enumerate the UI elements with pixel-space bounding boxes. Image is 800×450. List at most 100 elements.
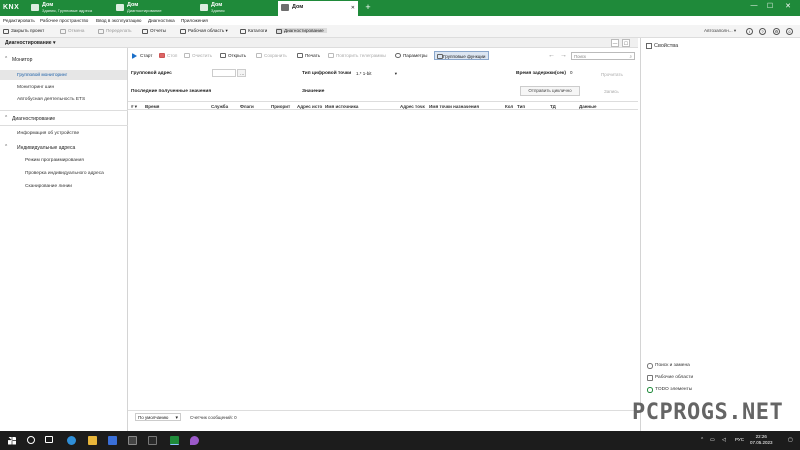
ets-icon[interactable] <box>170 436 179 445</box>
start-button[interactable]: Старт <box>132 53 152 60</box>
todo-label: TODO элементы <box>655 387 693 392</box>
tab-project-active[interactable]: Дом ✕ <box>278 1 358 16</box>
group-address-input[interactable] <box>212 69 236 77</box>
clock[interactable]: 22:26 07.05.2023 <box>750 434 773 446</box>
close-window-button[interactable]: ✕ <box>782 2 794 10</box>
stop-button[interactable]: Стоп <box>159 53 177 59</box>
todo-link[interactable]: TODO элементы <box>647 387 693 393</box>
language-indicator[interactable]: РУС <box>735 437 744 442</box>
maximize-panel-icon[interactable]: ☐ <box>622 39 630 47</box>
clear-button[interactable]: Очистить <box>184 53 212 59</box>
edge-icon[interactable] <box>67 436 76 445</box>
volume-icon[interactable]: ◁ <box>722 437 726 443</box>
app-icon[interactable] <box>128 436 137 445</box>
nav-check-individual-address[interactable]: Проверка индивидуального адреса <box>25 171 104 176</box>
back-arrow-icon[interactable]: ← <box>548 52 555 59</box>
forward-arrow-icon[interactable]: → <box>560 52 567 59</box>
catalogs-button[interactable]: Каталоги <box>240 28 267 34</box>
parameters-button[interactable]: Параметры <box>395 53 428 59</box>
last-value-label: Последние полученные значения <box>131 89 212 94</box>
col-priority[interactable]: Приорит <box>271 104 290 109</box>
task-view-icon[interactable] <box>45 436 53 443</box>
diagnostics-button[interactable]: Диагностирование <box>276 28 327 34</box>
delay-input[interactable]: 0 <box>568 69 582 77</box>
filter-select[interactable]: По умолчанию ▾ <box>135 413 181 421</box>
col-source-name[interactable]: Имя источника <box>325 104 358 109</box>
tab-project-1[interactable]: Дом Здания, Групповые адреса <box>28 1 110 16</box>
nav-group-monitor[interactable]: Групповой мониторинг <box>0 70 127 80</box>
workspace-button[interactable]: Рабочая область ▾ <box>180 28 228 34</box>
col-service[interactable]: Служба <box>211 104 228 109</box>
undo-button[interactable]: Отмена <box>60 28 84 34</box>
search-icon[interactable] <box>27 436 35 444</box>
col-route-count[interactable]: Кол <box>505 104 513 109</box>
network-icon[interactable]: ▭ <box>710 437 715 443</box>
tab-project-2[interactable]: Дом Диагностирование <box>113 1 195 16</box>
notifications-icon[interactable]: ▢ <box>788 437 793 443</box>
col-type[interactable]: Тип <box>517 104 525 109</box>
section-diagnostics[interactable]: ⌃ Диагностирование <box>0 113 128 123</box>
autocomplete-dropdown[interactable]: Автозаполн... ▾ <box>704 28 736 34</box>
write-button[interactable]: Запись <box>604 89 619 94</box>
dpt-select[interactable]: 1.* 1-bit ▾ <box>356 71 397 77</box>
menu-diagnostics[interactable]: Диагностика <box>148 18 175 23</box>
close-project-button[interactable]: Закрыть проект <box>3 28 44 34</box>
print-button[interactable]: Печать <box>297 53 320 59</box>
nav-device-info[interactable]: Информация об устройстве <box>17 131 79 136</box>
section-monitor-label: Монитор <box>12 56 33 63</box>
reports-button[interactable]: Отчеты <box>142 28 166 34</box>
nav-programming-mode[interactable]: Режим программирования <box>25 158 84 163</box>
menu-apps[interactable]: Приложения <box>181 18 208 23</box>
group-address-picker-button[interactable]: … <box>237 69 246 77</box>
nav-bus-monitor[interactable]: Мониторинг шин <box>17 85 54 90</box>
menu-commissioning[interactable]: Ввод в эксплуатацию <box>96 18 141 23</box>
section-individual-addresses-label: Индивидуальные адреса <box>17 144 76 151</box>
menu-edit[interactable]: Редактировать <box>3 18 35 23</box>
settings-icon[interactable]: ⚙ <box>773 28 780 35</box>
user-icon[interactable]: ☺ <box>786 28 793 35</box>
col-flags[interactable]: Флаги <box>240 104 254 109</box>
properties-title[interactable]: Свойства <box>646 43 678 49</box>
left-panel-header[interactable]: Диагностирование ▾ <box>0 38 128 48</box>
minimize-button[interactable]: — <box>748 2 760 9</box>
info-icon[interactable]: i <box>746 28 753 35</box>
minimize-panel-icon[interactable]: — <box>611 39 619 47</box>
workspace-label: Рабочая область <box>188 28 225 33</box>
help-icon[interactable]: ? <box>759 28 766 35</box>
store-icon[interactable] <box>108 436 117 445</box>
open-button[interactable]: Открыть <box>220 53 246 59</box>
nav-line-scan[interactable]: Сканирование линии <box>25 184 72 189</box>
group-functions-button[interactable]: Групповые функции <box>434 51 490 60</box>
read-button[interactable]: Прочитать <box>601 72 623 77</box>
send-cyclic-button[interactable]: Отправить циклично <box>520 86 580 96</box>
search-input[interactable]: Поиск ⌕ <box>571 52 635 60</box>
col-source-address[interactable]: Адрес исто <box>297 104 322 109</box>
col-dest-name[interactable]: Имя точки назначения <box>429 104 479 109</box>
col-time[interactable]: Время <box>145 104 159 109</box>
close-tab-icon[interactable]: ✕ <box>351 5 355 11</box>
knx-logo: KNX <box>3 4 20 11</box>
app-icon[interactable] <box>190 436 199 445</box>
watermark: PCPROGS.NET <box>632 400 784 425</box>
windows-start-icon[interactable] <box>8 436 16 445</box>
section-individual-addresses[interactable]: ⌃ Индивидуальные адреса <box>0 142 128 152</box>
app-icon[interactable] <box>148 436 157 445</box>
section-monitor[interactable]: ⌃ Монитор <box>0 54 128 64</box>
new-tab-button[interactable]: + <box>363 3 373 13</box>
tab-project-3[interactable]: Дом Здания <box>197 1 275 16</box>
col-data[interactable]: Данные <box>579 104 597 109</box>
menu-workspace[interactable]: Рабочее пространство <box>40 18 88 23</box>
redo-button[interactable]: Переделать <box>98 28 132 34</box>
search-replace-link[interactable]: Поиск и замена <box>647 363 690 369</box>
file-explorer-icon[interactable] <box>88 436 97 445</box>
col-dest-address[interactable]: Адрес точк <box>400 104 425 109</box>
maximize-button[interactable]: ☐ <box>764 2 776 10</box>
chevron-down-icon: ⌃ <box>4 144 9 150</box>
save-button[interactable]: Сохранить <box>256 53 287 59</box>
col-dpt[interactable]: ТД <box>550 104 556 109</box>
nav-bus-activity[interactable]: Автобусная деятельность ETS <box>17 97 85 102</box>
workspaces-link[interactable]: Рабочие области <box>647 375 693 381</box>
repeat-telegrams-button[interactable]: Повторить телеграммы <box>328 53 386 59</box>
tray-chevron-icon[interactable]: ⌃ <box>700 437 704 443</box>
col-number[interactable]: # ▾ <box>131 104 137 110</box>
